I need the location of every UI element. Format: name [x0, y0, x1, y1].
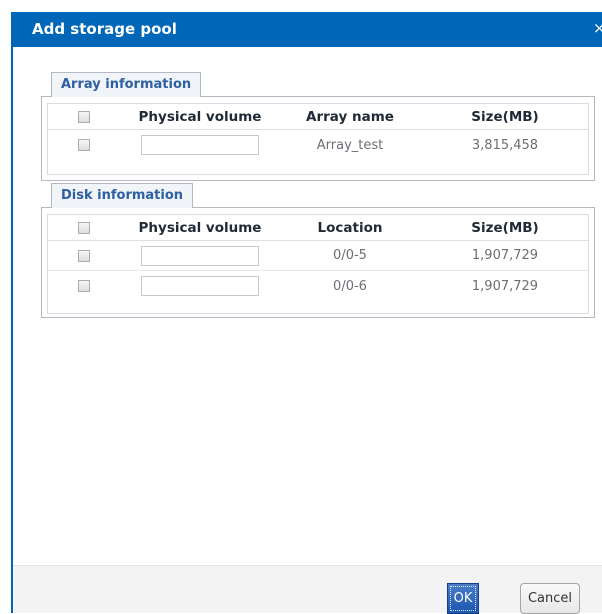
- dialog-footer: OK Cancel: [13, 565, 602, 614]
- tab-disk-information: Disk information: [51, 183, 194, 208]
- row-checkbox[interactable]: [78, 249, 90, 262]
- size-cell: 1,907,729: [471, 248, 539, 263]
- size-cell: 1,907,729: [471, 278, 539, 294]
- disk-section-title: Disk information: [61, 188, 184, 203]
- disk-select-all-checkbox[interactable]: [78, 221, 90, 234]
- column-header-size[interactable]: Size(MB): [420, 104, 590, 129]
- physical-volume-cell: [120, 130, 280, 160]
- add-storage-pool-dialog: Add storage pool × Array information Phy…: [11, 12, 602, 614]
- row-checkbox-cell: [48, 241, 120, 270]
- column-header-physical-volume[interactable]: Physical volume: [120, 104, 280, 129]
- array-name-cell: Array_test: [316, 137, 384, 153]
- disk-table: Physical volume Location Size(MB) 0/0-5 …: [47, 214, 589, 314]
- column-header-array-name[interactable]: Array name: [280, 104, 420, 129]
- array-select-all-checkbox[interactable]: [78, 110, 90, 123]
- tab-array-information: Array information: [51, 72, 202, 97]
- disk-select-all-cell: [48, 215, 120, 240]
- size-cell: 3,815,458: [471, 137, 539, 153]
- row-checkbox[interactable]: [78, 280, 90, 292]
- table-row: 0/0-5 1,907,729: [48, 241, 588, 271]
- array-table: Physical volume Array name Size(MB) Arra…: [47, 103, 589, 175]
- dialog-title: Add storage pool: [32, 20, 177, 38]
- column-header-physical-volume[interactable]: Physical volume: [120, 215, 280, 240]
- column-header-location[interactable]: Location: [280, 215, 420, 240]
- array-table-header: Physical volume Array name Size(MB): [48, 104, 588, 130]
- table-row: 0/0-6 1,907,729: [48, 271, 588, 301]
- physical-volume-input[interactable]: [141, 276, 259, 296]
- location-cell: 0/0-6: [333, 278, 367, 294]
- location-cell: 0/0-5: [333, 248, 367, 263]
- ok-button[interactable]: OK: [447, 583, 479, 614]
- array-information-section: Physical volume Array name Size(MB) Arra…: [41, 96, 595, 181]
- disk-table-header: Physical volume Location Size(MB): [48, 215, 588, 241]
- array-section-title: Array information: [61, 77, 192, 92]
- physical-volume-cell: [120, 271, 280, 301]
- row-checkbox[interactable]: [78, 139, 90, 151]
- column-header-size[interactable]: Size(MB): [420, 215, 590, 240]
- physical-volume-input[interactable]: [141, 135, 259, 155]
- dialog-titlebar[interactable]: Add storage pool ×: [13, 12, 602, 47]
- row-checkbox-cell: [48, 130, 120, 160]
- physical-volume-cell: [120, 241, 280, 270]
- physical-volume-input[interactable]: [141, 245, 259, 266]
- disk-information-section: Physical volume Location Size(MB) 0/0-5 …: [41, 207, 595, 318]
- array-select-all-cell: [48, 104, 120, 129]
- row-checkbox-cell: [48, 271, 120, 301]
- cancel-button[interactable]: Cancel: [520, 583, 580, 614]
- table-row: Array_test 3,815,458: [48, 130, 588, 160]
- close-icon[interactable]: ×: [593, 18, 602, 38]
